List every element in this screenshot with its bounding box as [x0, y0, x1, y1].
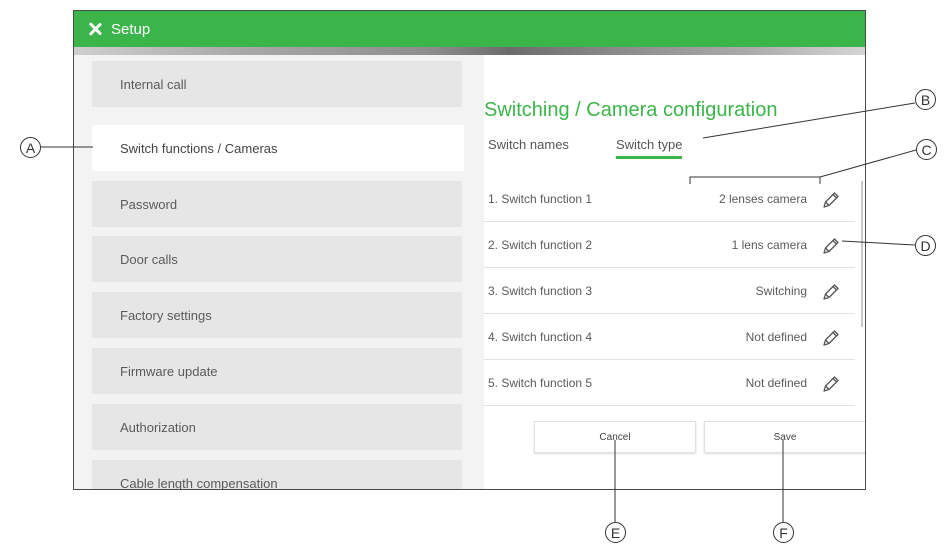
- save-button[interactable]: Save: [704, 421, 865, 453]
- sidebar-item-password[interactable]: Password: [92, 181, 462, 227]
- switch-row: 3. Switch function 3 Switching: [484, 268, 855, 314]
- sidebar-item-door-calls[interactable]: Door calls: [92, 236, 462, 282]
- switch-row: 5. Switch function 5 Not defined: [484, 360, 855, 406]
- switch-type-value: Not defined: [745, 329, 807, 344]
- switch-type-value: Not defined: [745, 375, 807, 390]
- switch-name: 3. Switch function 3: [488, 283, 593, 298]
- callout-b: B: [915, 89, 936, 110]
- callout-d: D: [915, 235, 936, 256]
- callout-c: C: [916, 139, 937, 160]
- sidebar-item-label: Door calls: [120, 251, 178, 267]
- callout-f: F: [773, 522, 794, 543]
- page-title: Switching / Camera configuration: [484, 99, 778, 121]
- sidebar-item-label: Internal call: [120, 76, 187, 92]
- cancel-button[interactable]: Cancel: [534, 421, 696, 453]
- sidebar-item-label: Factory settings: [120, 307, 212, 323]
- switch-row: 4. Switch function 4 Not defined: [484, 314, 855, 360]
- pencil-icon[interactable]: [821, 374, 841, 394]
- switch-type-value: Switching: [755, 283, 807, 298]
- content-area: Internal call Switch functions / Cameras…: [74, 55, 865, 489]
- title-bar: Setup: [74, 11, 865, 47]
- switch-name: 1. Switch function 1: [488, 191, 593, 206]
- switch-row: 2. Switch function 2 1 lens camera: [484, 222, 855, 268]
- sidebar-item-internal-call[interactable]: Internal call: [92, 61, 462, 107]
- switch-name: 4. Switch function 4: [488, 329, 593, 344]
- sidebar-item-cable-length[interactable]: Cable length compensation: [92, 460, 462, 490]
- window-title: Setup: [111, 20, 151, 38]
- sidebar-item-label: Cable length compensation: [120, 475, 278, 490]
- list-scrollbar[interactable]: [861, 181, 863, 327]
- sidebar-item-label: Password: [120, 196, 178, 212]
- pencil-icon[interactable]: [821, 282, 841, 302]
- pencil-icon[interactable]: [821, 190, 841, 210]
- sidebar-item-switch-functions[interactable]: Switch functions / Cameras: [92, 125, 464, 171]
- callout-e: E: [605, 522, 626, 543]
- tab-switch-type[interactable]: Switch type: [616, 137, 683, 159]
- switch-type-value: 2 lenses camera: [718, 191, 807, 206]
- close-icon[interactable]: [87, 21, 103, 37]
- switch-name: 5. Switch function 5: [488, 375, 593, 390]
- pencil-icon[interactable]: [821, 236, 841, 256]
- sidebar-item-factory-settings[interactable]: Factory settings: [92, 292, 462, 338]
- sidebar-item-label: Firmware update: [120, 363, 218, 379]
- pencil-icon[interactable]: [821, 328, 841, 348]
- switch-type-value: 1 lens camera: [731, 237, 807, 252]
- sidebar-item-authorization[interactable]: Authorization: [92, 404, 462, 450]
- callout-a: A: [20, 137, 41, 158]
- switch-name: 2. Switch function 2: [488, 237, 593, 252]
- setup-window: Setup Internal call Switch functions / C…: [73, 10, 866, 490]
- configuration-panel: Switching / Camera configuration Switch …: [484, 55, 865, 489]
- sidebar-item-label: Authorization: [120, 419, 196, 435]
- sidebar-item-label: Switch functions / Cameras: [120, 140, 278, 156]
- sidebar-item-firmware-update[interactable]: Firmware update: [92, 348, 462, 394]
- switch-row: 1. Switch function 1 2 lenses camera: [484, 176, 855, 222]
- tab-switch-names[interactable]: Switch names: [488, 137, 569, 152]
